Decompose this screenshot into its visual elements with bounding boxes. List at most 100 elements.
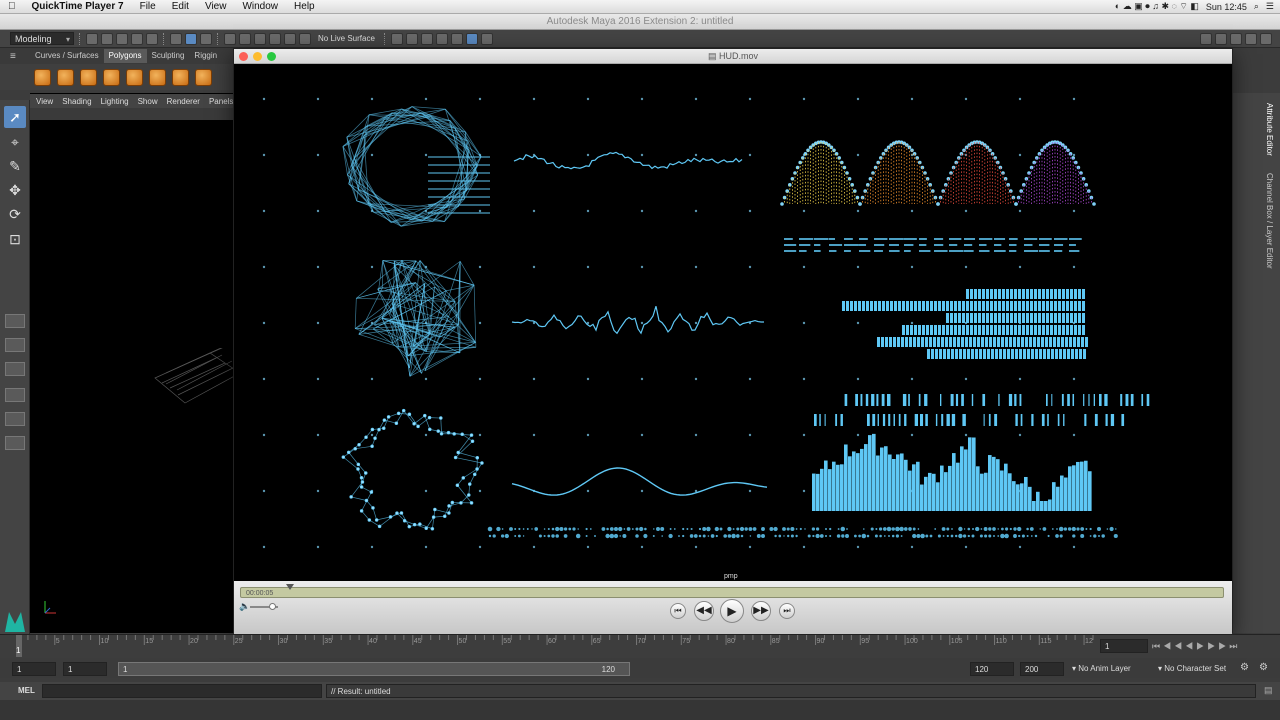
redo-icon[interactable] bbox=[146, 32, 158, 45]
poly-plane-icon[interactable] bbox=[126, 68, 143, 86]
play-button[interactable]: ▶ bbox=[720, 599, 744, 623]
close-button[interactable] bbox=[239, 52, 248, 61]
undo-icon[interactable] bbox=[131, 32, 143, 45]
tool-settings-toggle-icon[interactable] bbox=[1260, 32, 1272, 45]
outliner-layout-icon[interactable] bbox=[5, 436, 25, 450]
apple-icon[interactable]:  bbox=[0, 1, 24, 12]
workspace-icon[interactable] bbox=[1200, 32, 1212, 45]
four-view-layout-icon[interactable] bbox=[5, 338, 25, 352]
single-view-layout-icon[interactable] bbox=[5, 314, 25, 328]
render-settings-icon[interactable] bbox=[435, 32, 448, 45]
poly-pyramid-icon[interactable] bbox=[172, 68, 189, 86]
rewind-button[interactable]: ◀◀ bbox=[694, 601, 714, 621]
render-frame-icon[interactable] bbox=[405, 32, 418, 45]
viewport-menu-renderer[interactable]: Renderer bbox=[167, 97, 200, 106]
quicktime-title-bar[interactable]: ▤ HUD.mov bbox=[234, 49, 1232, 64]
shelf-tab-polygons[interactable]: Polygons bbox=[103, 49, 147, 63]
paint-select-icon[interactable]: ✎ bbox=[4, 155, 26, 177]
key-icon[interactable]: ⚙ bbox=[1240, 662, 1249, 673]
script-editor-icon[interactable]: ▤ bbox=[1264, 685, 1273, 696]
end-frame-field[interactable]: 200 bbox=[1020, 662, 1064, 676]
minimize-button[interactable] bbox=[253, 52, 262, 61]
viewport-toolbar[interactable] bbox=[30, 108, 240, 120]
select-hierarchy-icon[interactable] bbox=[170, 32, 182, 45]
select-component-icon[interactable] bbox=[200, 32, 212, 45]
mel-input[interactable] bbox=[42, 684, 322, 698]
magnet-icon[interactable] bbox=[299, 32, 311, 45]
maya-viewport[interactable] bbox=[30, 93, 240, 633]
notification-icon[interactable]: ☰ bbox=[1266, 1, 1274, 12]
mel-label[interactable]: MEL bbox=[18, 686, 35, 695]
volume-knob[interactable] bbox=[269, 603, 277, 610]
attribute-editor-tab[interactable]: Attribute Editor bbox=[1265, 103, 1274, 156]
viewport-menu-lighting[interactable]: Lighting bbox=[101, 97, 129, 106]
rotate-tool-icon[interactable]: ⟳ bbox=[4, 203, 26, 225]
attribute-editor-toggle-icon[interactable] bbox=[1245, 32, 1257, 45]
new-scene-icon[interactable] bbox=[86, 32, 98, 45]
menu-edit[interactable]: Edit bbox=[164, 1, 197, 12]
render-region-icon[interactable] bbox=[390, 32, 403, 45]
viewport-menu-show[interactable]: Show bbox=[138, 97, 158, 106]
open-scene-icon[interactable] bbox=[101, 32, 113, 45]
channel-box-toggle-icon[interactable] bbox=[1230, 32, 1242, 45]
viewport-menu-shading[interactable]: Shading bbox=[62, 97, 91, 106]
snap-grid-icon[interactable] bbox=[224, 32, 236, 45]
playback-buttons[interactable]: ⏮◀◀◀▶▶▶⏭ bbox=[1152, 641, 1240, 652]
fast-forward-button[interactable]: ▶▶ bbox=[751, 601, 771, 621]
scrub-bar[interactable]: 00:00:05 bbox=[240, 584, 1224, 598]
shelf-tab-curves[interactable]: Curves / Surfaces bbox=[30, 49, 104, 63]
hud-toggle-icon[interactable] bbox=[465, 32, 478, 45]
shelf-menu-icon[interactable]: ≡ bbox=[10, 51, 16, 62]
menu-window[interactable]: Window bbox=[234, 1, 286, 12]
modeling-toolkit-icon[interactable] bbox=[480, 32, 493, 45]
lasso-tool-icon[interactable]: ⌖ bbox=[4, 131, 26, 153]
snap-point-icon[interactable] bbox=[254, 32, 266, 45]
poly-cube-icon[interactable] bbox=[57, 68, 74, 86]
volume-slider[interactable] bbox=[250, 603, 278, 610]
channel-box-tab[interactable]: Channel Box / Layer Editor bbox=[1265, 173, 1274, 269]
character-set-dropdown[interactable]: ▾ No Character Set bbox=[1158, 664, 1226, 673]
status-tray-icons[interactable]: ◐ ☁ ▣ ⏺ ♫ ✱ ◌ ⌔ ◧ bbox=[1115, 1, 1199, 12]
start-frame-field[interactable]: 1 bbox=[12, 662, 56, 676]
menu-clock[interactable]: Sun 12:45 bbox=[1206, 2, 1247, 12]
video-frame[interactable]: pmp bbox=[234, 64, 1232, 581]
range-bar[interactable]: 1 120 bbox=[118, 662, 630, 676]
zoom-button[interactable] bbox=[267, 52, 276, 61]
go-to-start-button[interactable]: ⏮ bbox=[670, 603, 686, 619]
persp-graph-layout-icon[interactable] bbox=[5, 388, 25, 402]
current-frame-field[interactable]: 1 bbox=[1100, 639, 1148, 653]
time-slider[interactable]: 5 10 15 20 25 30 35 40 45 50 55 60 65 70 75 80 85 90 95 100… bbox=[0, 634, 1280, 658]
poly-sphere-icon[interactable] bbox=[34, 68, 51, 86]
anim-layer-dropdown[interactable]: ▾ No Anim Layer bbox=[1072, 664, 1131, 673]
snap-curve-icon[interactable] bbox=[239, 32, 251, 45]
select-tool-icon[interactable]: ➚ bbox=[4, 106, 26, 128]
snap-surface-icon[interactable] bbox=[284, 32, 296, 45]
menu-file[interactable]: File bbox=[132, 1, 164, 12]
shelf-tab-rigging[interactable]: Riggin bbox=[189, 49, 222, 63]
mode-dropdown[interactable]: Modeling bbox=[10, 32, 74, 46]
scale-tool-icon[interactable]: ⊡ bbox=[4, 228, 26, 250]
live-surface-label[interactable]: No Live Surface bbox=[318, 34, 375, 43]
volume-icon[interactable]: 🔈 bbox=[239, 601, 250, 612]
spotlight-icon[interactable]: ⌕ bbox=[1254, 1, 1259, 12]
menu-app-name[interactable]: QuickTime Player 7 bbox=[24, 1, 132, 12]
poly-torus-icon[interactable] bbox=[149, 68, 166, 86]
ipr-render-icon[interactable] bbox=[420, 32, 433, 45]
persp-outliner-layout-icon[interactable] bbox=[5, 412, 25, 426]
snap-plane-icon[interactable] bbox=[269, 32, 281, 45]
playback-end-field[interactable]: 120 bbox=[970, 662, 1014, 676]
move-tool-icon[interactable]: ✥ bbox=[4, 179, 26, 201]
preferences-icon[interactable]: ⚙ bbox=[1259, 662, 1268, 673]
menu-view[interactable]: View bbox=[197, 1, 235, 12]
menu-help[interactable]: Help bbox=[286, 1, 323, 12]
layout-icon[interactable] bbox=[1215, 32, 1227, 45]
save-scene-icon[interactable] bbox=[116, 32, 128, 45]
viewport-menu-view[interactable]: View bbox=[36, 97, 53, 106]
poly-cylinder-icon[interactable] bbox=[80, 68, 97, 86]
side-by-side-layout-icon[interactable] bbox=[5, 362, 25, 376]
viewport-menu-panels[interactable]: Panels bbox=[209, 97, 233, 106]
playhead-marker[interactable] bbox=[286, 584, 295, 590]
shelf-tab-sculpting[interactable]: Sculpting bbox=[147, 49, 190, 63]
poly-pipe-icon[interactable] bbox=[195, 68, 212, 86]
poly-cone-icon[interactable] bbox=[103, 68, 120, 86]
